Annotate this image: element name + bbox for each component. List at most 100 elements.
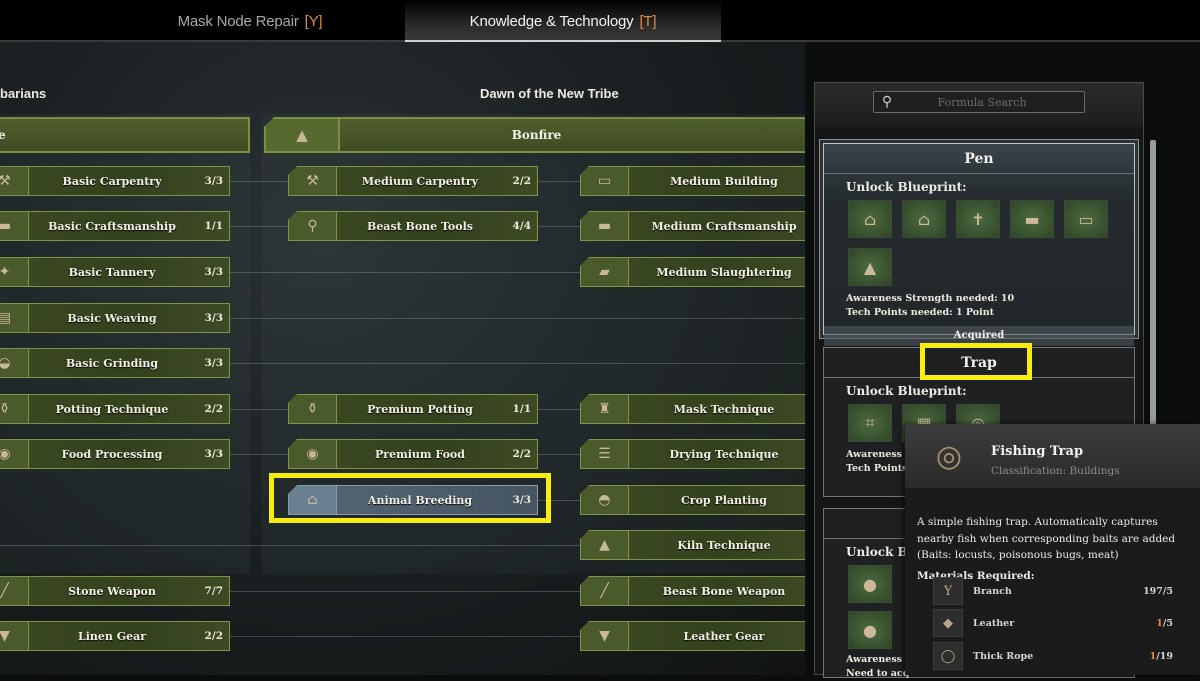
material-row: Y Branch 197/5 [933,577,1173,605]
tech-node-count: 3/3 [204,266,223,278]
tech-node-stone-weapon[interactable]: ╱ Stone Weapon 7/7 [0,576,230,606]
tech-node-count: 7/7 [204,585,223,597]
workbench-icon: ▬ [581,212,629,240]
scarecrow-icon[interactable]: ✝ [956,200,1000,238]
tech-node-label: Mask Technique [673,402,775,416]
tech-node-medium-building[interactable]: ▭ Medium Building [580,166,805,196]
tech-node-label: Potting Technique [55,402,169,416]
loom-icon: ▤ [0,304,29,332]
blueprint-card-pen[interactable]: Pen Unlock Blueprint: ⌂ ⌂ ✝ ▬ ▭ ▲ Awaren… [823,143,1135,346]
tech-node-label: Leather Gear [683,629,765,643]
search-icon: ⚲ [881,94,893,110]
sack-icon[interactable]: ● [848,565,892,603]
drying-rack-icon: ☰ [581,440,629,468]
bonfire-icon: ▲ [266,119,340,151]
tech-node-basic-grinding[interactable]: ◒ Basic Grinding 3/3 [0,348,230,378]
food-icon: ◉ [289,440,337,468]
fishing-trap-icon: ◎ [935,438,963,474]
grinder-icon: ◒ [0,349,29,377]
carpentry-icon: ⚒ [289,167,337,195]
era-bar-bonfire[interactable]: ▲ Bonfire [264,117,805,153]
sack-icon[interactable]: ● [848,611,892,649]
connector-line [538,454,583,455]
hotkey-hint: [Y] [304,12,323,30]
tech-node-count: 3/3 [204,312,223,324]
tech-node-basic-craftsmanship[interactable]: ▬ Basic Craftsmanship 1/1 [0,211,230,241]
tech-node-crop-planting[interactable]: ◓ Crop Planting [580,485,805,515]
stump-icon[interactable]: ▲ [848,248,892,286]
tech-node-count: 2/2 [204,403,223,415]
slaughter-icon: ▰ [581,258,629,286]
tech-node-basic-carpentry[interactable]: ⚒ Basic Carpentry 3/3 [0,166,230,196]
tech-node-label: Food Processing [61,447,163,461]
tech-node-leather-gear[interactable]: ▼ Leather Gear [580,621,805,651]
tech-node-count: 2/2 [204,630,223,642]
spear-icon: ╱ [581,577,629,605]
formula-search-input[interactable]: ⚲ Formula Search [873,91,1085,113]
tech-node-basic-tannery[interactable]: ✦ Basic Tannery 3/3 [0,257,230,287]
material-count: 197/5 [1143,586,1173,597]
unlock-label: Unlock Blueprint: [846,384,967,398]
era-bar-label: e [0,128,6,142]
trough-icon[interactable]: ▬ [1010,200,1054,238]
tech-node-label: Crop Planting [681,493,767,507]
tech-node-mask-technique[interactable]: ♜ Mask Technique [580,394,805,424]
tab-knowledge-technology[interactable]: Knowledge & Technology [T] [405,0,721,42]
tooltip-description: A simple fishing trap. Automatically cap… [917,516,1176,561]
material-count: 1/19 [1150,651,1173,662]
material-have: 197 [1143,585,1163,597]
tech-node-food-processing[interactable]: ◉ Food Processing 3/3 [0,439,230,469]
material-need: /5 [1162,617,1173,629]
item-tooltip: ◎ Fishing Trap Classification: Buildings… [905,424,1200,675]
highlight-box [269,473,551,523]
tech-node-medium-craftsmanship[interactable]: ▬ Medium Craftsmanship [580,211,805,241]
era-bar-barbarians[interactable]: e [0,117,250,153]
tech-node-beast-bone-weapon[interactable]: ╱ Beast Bone Weapon [580,576,805,606]
connector-line [230,591,583,592]
tech-node-linen-gear[interactable]: ▼ Linen Gear 2/2 [0,621,230,651]
leather-icon: ◆ [933,609,963,637]
connector-line [538,181,583,182]
tech-node-beast-bone-tools[interactable]: ⚲ Beast Bone Tools 4/4 [288,211,538,241]
material-need: /5 [1162,585,1173,597]
tab-label: Mask Node Repair [177,12,299,30]
tech-node-count: 1/1 [204,220,223,232]
search-placeholder: Formula Search [937,95,1027,109]
rope-icon: ◯ [933,642,963,670]
card-title: Pen [824,144,1134,174]
tech-node-basic-weaving[interactable]: ▤ Basic Weaving 3/3 [0,303,230,333]
tooltip-item-name: Fishing Trap [991,444,1084,459]
tech-node-premium-food[interactable]: ◉ Premium Food 2/2 [288,439,538,469]
tech-node-count: 3/3 [204,448,223,460]
tab-label: Knowledge & Technology [469,12,634,30]
tech-node-medium-carpentry[interactable]: ⚒ Medium Carpentry 2/2 [288,166,538,196]
tech-node-label: Basic Craftsmanship [48,219,176,233]
era-title: barians [0,86,47,101]
pen-shelter-icon[interactable]: ⌂ [902,200,946,238]
connector-line [538,409,583,410]
tech-points-requirement: Tech Points needed: 1 Point [846,307,994,318]
search-header: ⚲ Formula Search [815,83,1143,127]
connector-line [230,454,290,455]
tech-node-label: Basic Carpentry [62,174,162,188]
feeder-icon[interactable]: ▭ [1064,200,1108,238]
tech-node-potting-technique[interactable]: ⚱ Potting Technique 2/2 [0,394,230,424]
tech-tree[interactable]: barians Dawn of the New Tribe e ▲ Bonfir… [0,42,805,675]
tech-node-label: Basic Grinding [65,356,159,370]
branch-icon: Y [933,577,963,605]
tech-node-premium-potting[interactable]: ⚱ Premium Potting 1/1 [288,394,538,424]
tech-node-label: Linen Gear [77,629,147,643]
pen-shelter-icon[interactable]: ⌂ [848,200,892,238]
tech-node-drying-technique[interactable]: ☰ Drying Technique [580,439,805,469]
connector-line [0,545,583,546]
tech-node-label: Medium Carpentry [361,174,479,188]
tech-node-kiln-technique[interactable]: ▲ Kiln Technique [580,530,805,560]
tab-mask-node-repair[interactable]: Mask Node Repair [Y] [100,0,400,42]
tech-node-count: 3/3 [204,357,223,369]
connector-line [230,318,805,319]
tech-node-label: Basic Weaving [67,311,157,325]
tooltip-header: ◎ Fishing Trap Classification: Buildings [905,424,1200,488]
net-trap-icon[interactable]: ⌗ [848,404,892,442]
armor-icon: ▼ [581,622,629,650]
tech-node-medium-slaughtering[interactable]: ▰ Medium Slaughtering [580,257,805,287]
